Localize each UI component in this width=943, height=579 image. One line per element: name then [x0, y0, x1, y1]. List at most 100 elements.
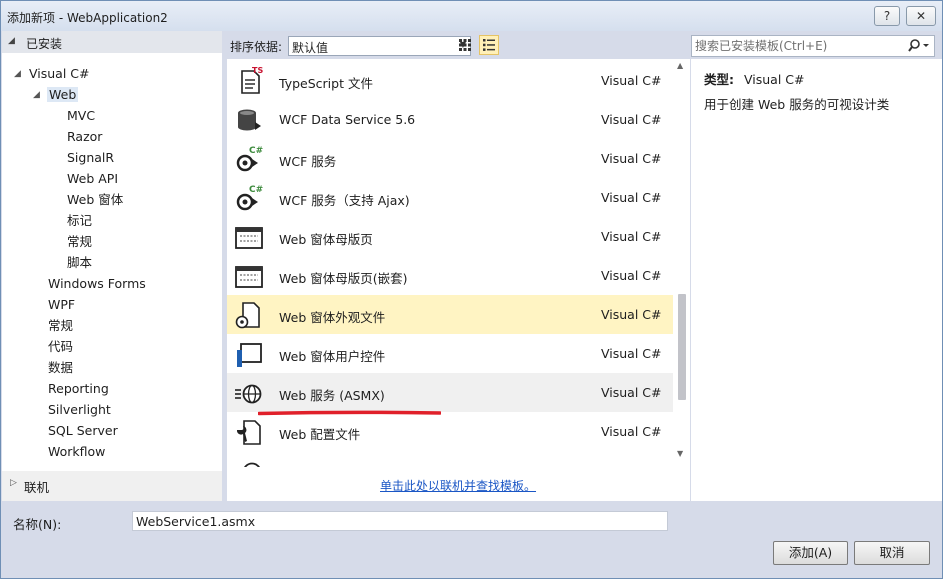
add-new-item-dialog: 添加新项 - WebApplication2 ? ✕ ◢ 已安装 ◢ Visua…	[0, 0, 943, 579]
template-row-web-config[interactable]: Web 配置文件 Visual C#	[227, 412, 673, 451]
list-view-icon	[483, 39, 495, 51]
tree-item-wpf[interactable]: WPF	[48, 295, 75, 315]
tree-item-workflow[interactable]: Workflow	[48, 442, 105, 462]
window-title: 添加新项 - WebApplication2	[7, 11, 168, 25]
sort-label: 排序依据:	[230, 40, 283, 54]
template-name: Web 窗体母版页(嵌套)	[279, 271, 408, 286]
template-row-wcf-service[interactable]: C# WCF 服务 Visual C#	[227, 139, 673, 178]
scrollbar-thumb[interactable]	[678, 294, 686, 400]
grid-view-button[interactable]	[455, 35, 475, 55]
tree-item-sql-server[interactable]: SQL Server	[48, 421, 118, 441]
svg-text:C#: C#	[249, 185, 263, 195]
web-config-icon	[236, 420, 261, 445]
tree-item-windows-forms[interactable]: Windows Forms	[48, 274, 146, 294]
template-row-user-control[interactable]: Web 窗体用户控件 Visual C#	[227, 334, 673, 373]
template-language: Visual C#	[601, 190, 662, 205]
template-language: Visual C#	[601, 229, 662, 244]
template-list: TS TypeScript 文件 Visual C# WCF Data Serv…	[227, 59, 690, 467]
online-label: 联机	[24, 480, 50, 495]
online-section[interactable]: ▷ 联机	[2, 471, 222, 501]
wcf-service-icon: C#	[236, 146, 263, 172]
skin-file-icon	[235, 302, 260, 329]
tree-item-label: Web	[47, 87, 79, 102]
expanded-triangle-icon: ◢	[14, 69, 21, 79]
template-name: TypeScript 文件	[279, 76, 373, 91]
template-row-web-service[interactable]: Web 服务 (ASMX) Visual C#	[227, 373, 673, 412]
installed-label: 已安装	[26, 37, 63, 51]
tree-item-reporting[interactable]: Reporting	[48, 379, 109, 399]
template-name: Web 窗体母版页	[279, 232, 373, 247]
search-input[interactable]	[695, 38, 900, 54]
template-language: Visual C#	[601, 73, 662, 88]
master-page-icon	[235, 227, 263, 249]
type-value: Visual C#	[744, 72, 805, 87]
tree-item-general[interactable]: 常规	[48, 316, 73, 336]
template-language: Visual C#	[601, 112, 662, 127]
tree-item-script[interactable]: 脚本	[67, 253, 92, 273]
scroll-up-icon[interactable]: ▲	[677, 61, 683, 70]
sort-value: 默认值	[292, 41, 329, 55]
installed-header[interactable]: ◢ 已安装	[2, 31, 222, 53]
data-service-icon	[238, 109, 261, 131]
search-box[interactable]	[691, 35, 935, 57]
close-button[interactable]: ✕	[906, 6, 936, 26]
tree-item-web-forms[interactable]: Web 窗体	[67, 190, 123, 210]
online-templates-link[interactable]: 单击此处以联机并查找模板。	[380, 477, 536, 494]
template-name: Web 窗体外观文件	[279, 310, 386, 325]
details-type: 类型: Visual C#	[704, 69, 805, 88]
tree-item-code[interactable]: 代码	[48, 337, 73, 357]
add-button[interactable]: 添加(A)	[773, 541, 848, 565]
template-row-wcf-data-service[interactable]: WCF Data Service 5.6 Visual C#	[227, 100, 673, 139]
template-row-master-page[interactable]: Web 窗体母版页 Visual C#	[227, 217, 673, 256]
svg-text:TS: TS	[252, 66, 263, 75]
template-row-skin-file[interactable]: Web 窗体外观文件 Visual C#	[227, 295, 673, 334]
svg-text:C#: C#	[249, 146, 263, 156]
expand-down-icon: ◢	[8, 36, 15, 46]
template-language: Visual C#	[601, 424, 662, 439]
tree-item-mvc[interactable]: MVC	[67, 106, 95, 126]
template-list-scrollbar[interactable]: ▲ ▼	[675, 59, 689, 467]
title-bar: 添加新项 - WebApplication2 ? ✕	[1, 1, 942, 31]
collapsed-triangle-icon: ▷	[10, 478, 17, 488]
tree-item-data[interactable]: 数据	[48, 358, 73, 378]
sort-toolbar: 排序依据: 默认值 ▼	[223, 31, 690, 59]
cancel-button[interactable]: 取消	[854, 541, 930, 565]
scroll-down-icon[interactable]: ▼	[677, 449, 683, 458]
tree-item-markup[interactable]: 标记	[67, 211, 92, 231]
tree-item-silverlight[interactable]: Silverlight	[48, 400, 111, 420]
template-name: WCF 服务（支持 Ajax)	[279, 193, 410, 208]
template-row-nested-master-page[interactable]: Web 窗体母版页(嵌套) Visual C#	[227, 256, 673, 295]
globe-icon	[244, 462, 260, 467]
template-name: WCF Data Service 5.6	[279, 112, 416, 127]
wcf-ajax-service-icon: C#	[236, 185, 263, 211]
tree-item-web-api[interactable]: Web API	[67, 169, 118, 189]
list-view-button[interactable]	[479, 35, 499, 55]
help-button[interactable]: ?	[874, 6, 900, 26]
template-row-typescript[interactable]: TS TypeScript 文件 Visual C#	[227, 61, 673, 100]
tree-item-general-web[interactable]: 常规	[67, 232, 92, 252]
template-language: Visual C#	[601, 307, 662, 322]
user-control-icon	[237, 343, 262, 367]
template-row-partial[interactable]	[227, 451, 673, 467]
search-icon[interactable]	[906, 38, 932, 54]
details-panel: 类型: Visual C# 用于创建 Web 服务的可视设计类	[691, 59, 942, 501]
template-name: WCF 服务	[279, 154, 337, 169]
template-name: Web 服务 (ASMX)	[279, 388, 385, 403]
template-name: Web 配置文件	[279, 427, 361, 442]
tree-item-web[interactable]: ◢ Web	[33, 85, 79, 105]
sort-dropdown[interactable]: 默认值 ▼	[288, 36, 471, 56]
template-language: Visual C#	[601, 268, 662, 283]
tree-item-label: Visual C#	[29, 66, 90, 81]
tree-item-razor[interactable]: Razor	[67, 127, 102, 147]
grid-view-icon	[459, 39, 471, 51]
red-underline-annotation	[258, 410, 441, 416]
tree-item-visual-csharp[interactable]: ◢ Visual C#	[14, 64, 90, 84]
template-row-wcf-ajax-service[interactable]: C# WCF 服务（支持 Ajax) Visual C#	[227, 178, 673, 217]
bottom-bar: 名称(N): 添加(A) 取消	[1, 501, 942, 578]
tree-item-signalr[interactable]: SignalR	[67, 148, 114, 168]
name-field[interactable]	[132, 511, 668, 531]
template-name: Web 窗体用户控件	[279, 349, 386, 364]
category-tree: ◢ 已安装 ◢ Visual C# ◢ Web MVC Razor Signal…	[2, 31, 222, 501]
details-description: 用于创建 Web 服务的可视设计类	[704, 97, 890, 112]
web-service-icon	[235, 384, 262, 404]
